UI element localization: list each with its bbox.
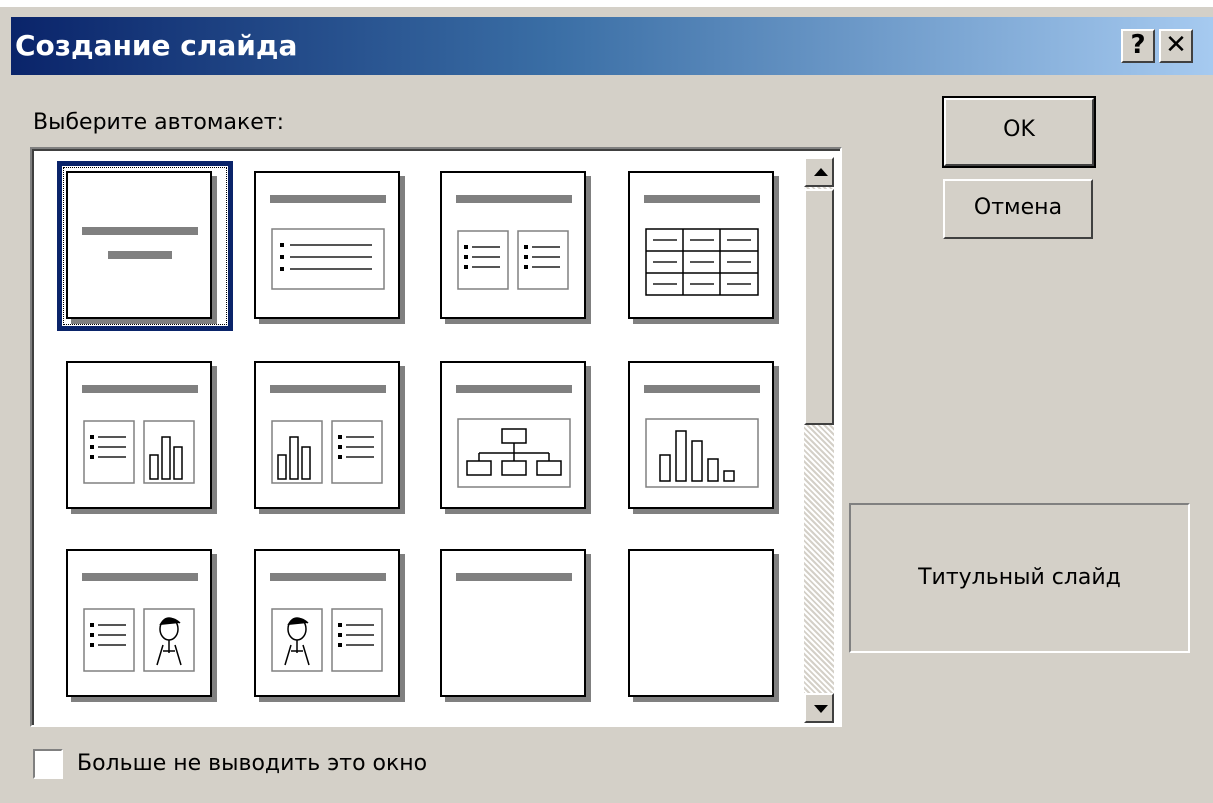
dialog-title: Создание слайда [15,29,298,62]
layout-two-column-text[interactable] [440,171,586,319]
close-button[interactable]: ✕ [1159,29,1193,63]
layout-table[interactable] [628,171,774,319]
layout-name-preview: Титульный слайд [849,503,1190,653]
clip-art-and-text-layout-icon [270,573,386,672]
ok-button[interactable]: OK [942,96,1096,168]
arrow-up-icon [814,168,828,176]
layout-list-scrollbar[interactable] [804,157,834,723]
layout-text-and-chart[interactable] [66,361,212,509]
organization-chart-layout-icon [456,385,572,488]
layout-list-content [32,149,840,725]
help-button[interactable]: ? [1121,29,1155,63]
two-column-text-layout-icon [456,195,572,290]
scroll-thumb[interactable] [804,189,834,425]
chart-layout-icon [644,385,760,488]
layout-organization-chart[interactable] [440,361,586,509]
text-and-chart-layout-icon [82,385,198,484]
table-layout-icon [644,195,760,296]
blank-layout-icon [630,551,772,695]
dont-show-again-checkbox[interactable] [33,749,63,779]
close-icon: ✕ [1165,30,1187,60]
layout-list [30,147,842,727]
text-and-clip-art-layout-icon [82,573,198,672]
new-slide-dialog: Создание слайда ? ✕ Выберите автомакет: [11,7,1213,803]
bulleted-list-layout-icon [270,195,386,290]
layout-text-and-clip-art[interactable] [66,549,212,697]
layout-title-only[interactable] [440,549,586,697]
scroll-down-button[interactable] [804,693,834,723]
choose-layout-label: Выберите автомакет: [33,110,285,135]
layout-blank[interactable] [628,549,774,697]
layout-chart-and-text[interactable] [254,361,400,509]
arrow-down-icon [814,705,828,713]
layout-bulleted-list[interactable] [254,171,400,319]
title-only-layout-icon [456,573,572,581]
dont-show-again-label[interactable]: Больше не выводить это окно [77,751,427,776]
question-icon: ? [1130,30,1146,60]
layout-title-slide[interactable] [66,171,212,319]
cancel-button[interactable]: Отмена [943,179,1093,239]
layout-clip-art-and-text[interactable] [254,549,400,697]
selected-layout-name: Титульный слайд [918,565,1121,590]
background-window-strip [0,0,1213,7]
title-slide-layout-icon [82,227,198,259]
chart-and-text-layout-icon [270,385,386,484]
title-bar[interactable]: Создание слайда ? ✕ [11,17,1213,75]
layout-chart[interactable] [628,361,774,509]
scroll-up-button[interactable] [804,157,834,187]
